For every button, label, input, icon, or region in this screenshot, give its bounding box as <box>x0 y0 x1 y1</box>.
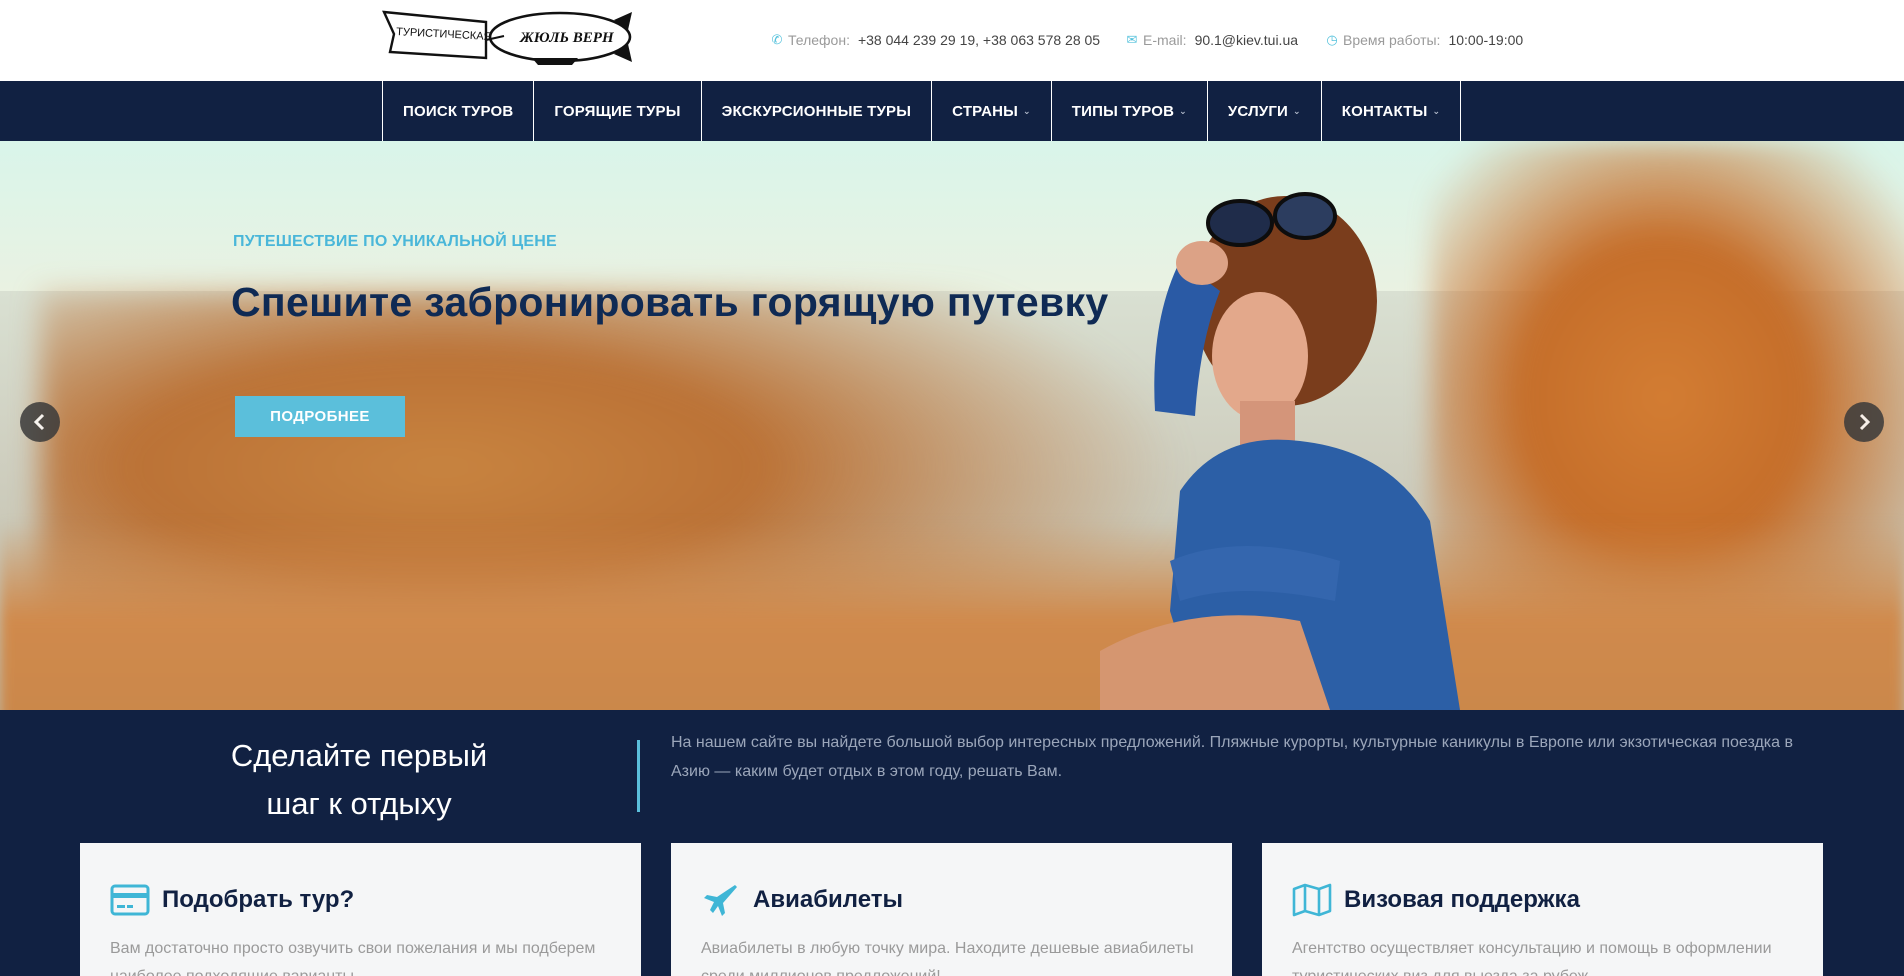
hero-kicker: ПУТЕШЕСТВИЕ ПО УНИКАЛЬНОЙ ЦЕНЕ <box>233 233 557 250</box>
hours-label: Время работы: <box>1343 32 1441 48</box>
nav-item-contacts[interactable]: КОНТАКТЫ ⌄ <box>1322 81 1462 141</box>
intro-divider <box>637 740 640 812</box>
email-label: E-mail: <box>1143 32 1187 48</box>
card-title: Авиабилеты <box>753 886 903 913</box>
chevron-down-icon: ⌄ <box>1023 105 1031 116</box>
chevron-down-icon: ⌄ <box>1432 105 1441 116</box>
phone-contact: ✆ Телефон: +38 044 239 29 19, +38 063 57… <box>770 32 1101 48</box>
clock-icon: ◷ <box>1326 32 1338 47</box>
airplane-icon <box>701 883 741 917</box>
nav-menu: ПОИСК ТУРОВ ГОРЯЩИЕ ТУРЫ ЭКСКУРСИОННЫЕ Т… <box>382 81 1462 141</box>
phone-label: Телефон: <box>788 32 850 48</box>
chevron-right-icon <box>1859 413 1871 431</box>
airship-logo[interactable]: ТУРИСТИЧЕСКАЯ КОМПАНИЯ ЖЮЛЬ ВЕРН <box>382 8 634 66</box>
logo-text-right: ЖЮЛЬ ВЕРН <box>519 30 615 46</box>
nav-item-label: КОНТАКТЫ <box>1341 102 1428 120</box>
nav-item-tour-types[interactable]: ТИПЫ ТУРОВ ⌄ <box>1052 81 1208 141</box>
card-title: Визовая поддержка <box>1344 886 1580 913</box>
intro-title-line: шаг к отдыху <box>266 786 452 821</box>
hours-value: 10:00-19:00 <box>1448 32 1524 48</box>
service-card-tour-selection[interactable]: Подобрать тур? Вам достаточно просто озв… <box>80 843 641 976</box>
card-text: Авиабилеты в любую точку мира. Находите … <box>701 940 1194 976</box>
credit-card-icon <box>110 883 150 917</box>
card-header: Авиабилеты <box>701 883 903 917</box>
slider-prev-button[interactable] <box>20 402 60 442</box>
nav-item-hot-tours[interactable]: ГОРЯЩИЕ ТУРЫ <box>534 81 702 141</box>
nav-item-countries[interactable]: СТРАНЫ ⌄ <box>932 81 1052 141</box>
chevron-down-icon: ⌄ <box>1293 105 1301 116</box>
nav-item-label: УСЛУГИ <box>1227 102 1289 120</box>
nav-item-services[interactable]: УСЛУГИ ⌄ <box>1208 81 1322 141</box>
more-details-button[interactable]: ПОДРОБНЕЕ <box>235 396 405 437</box>
nav-item-excursion-tours[interactable]: ЭКСКУРСИОННЫЕ ТУРЫ <box>702 81 933 141</box>
main-navigation: ПОИСК ТУРОВ ГОРЯЩИЕ ТУРЫ ЭКСКУРСИОННЫЕ Т… <box>0 81 1904 141</box>
service-card-air-tickets[interactable]: Авиабилеты Авиабилеты в любую точку мира… <box>671 843 1232 976</box>
map-icon <box>1292 883 1332 917</box>
email-value[interactable]: 90.1@kiev.tui.ua <box>1195 32 1298 48</box>
envelope-icon: ✉ <box>1126 32 1138 47</box>
card-text: Агентство осуществляет консультацию и по… <box>1292 940 1772 976</box>
intro-title: Сделайте первый шаг к отдыху <box>200 732 518 828</box>
nav-item-label: ГОРЯЩИЕ ТУРЫ <box>554 102 681 120</box>
intro-text: На нашем сайте вы найдете большой выбор … <box>671 734 1793 780</box>
chevron-down-icon: ⌄ <box>1179 105 1187 116</box>
slider-next-button[interactable] <box>1844 402 1884 442</box>
chevron-left-icon <box>33 413 45 431</box>
hero-title: Спешите забронировать горящую путевку <box>231 279 1109 325</box>
top-header: ТУРИСТИЧЕСКАЯ КОМПАНИЯ ЖЮЛЬ ВЕРН ✆ Телеф… <box>0 0 1904 81</box>
nav-item-label: ЭКСКУРСИОННЫЕ ТУРЫ <box>721 102 912 120</box>
hero-background-rocks <box>0 521 1904 710</box>
nav-item-label: ТИПЫ ТУРОВ <box>1071 102 1175 120</box>
phone-icon: ✆ <box>771 32 783 47</box>
card-header: Подобрать тур? <box>110 883 354 917</box>
nav-item-label: ПОИСК ТУРОВ <box>403 102 514 120</box>
hours-contact: ◷ Время работы: 10:00-19:00 <box>1325 32 1523 48</box>
intro-title-line: Сделайте первый <box>230 738 488 773</box>
hero-slider: ПУТЕШЕСТВИЕ ПО УНИКАЛЬНОЙ ЦЕНЕ Спешите з… <box>0 141 1904 710</box>
card-title: Подобрать тур? <box>162 886 355 913</box>
service-card-visa-support[interactable]: Визовая поддержка Агентство осуществляет… <box>1262 843 1823 976</box>
nav-item-tour-search[interactable]: ПОИСК ТУРОВ <box>383 81 535 141</box>
card-header: Визовая поддержка <box>1292 883 1580 917</box>
nav-item-label: СТРАНЫ <box>952 102 1019 120</box>
hero-woman-photo <box>1100 192 1460 710</box>
email-contact: ✉ E-mail: 90.1@kiev.tui.ua <box>1125 32 1298 48</box>
phone-value[interactable]: +38 044 239 29 19, +38 063 578 28 05 <box>858 32 1100 48</box>
card-text: Вам достаточно просто озвучить свои поже… <box>110 940 596 976</box>
